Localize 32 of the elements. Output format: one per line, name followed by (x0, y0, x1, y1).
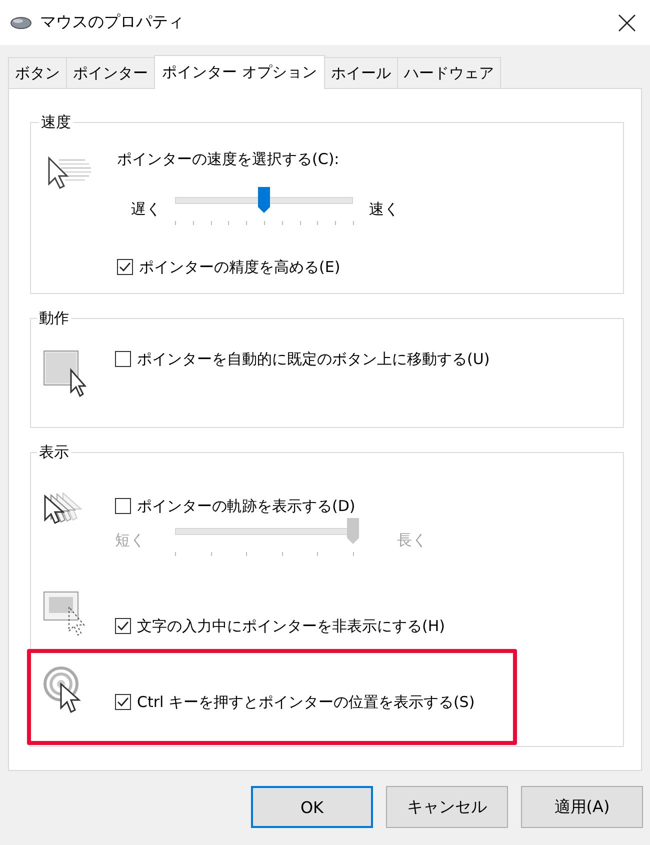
slider-min-label: 短く (115, 530, 145, 550)
checkbox[interactable] (115, 498, 131, 514)
tab[interactable]: ポインター オプション (154, 55, 325, 89)
check-icon (117, 621, 129, 631)
checkbox-label[interactable]: 文字の入力中にポインターを非表示にする(H) (137, 616, 445, 636)
dialog-button[interactable]: 適用(A) (521, 786, 643, 828)
checkbox-label[interactable]: Ctrl キーを押すとポインターの位置を表示する(S) (137, 692, 475, 712)
group-title: 表示 (38, 442, 70, 462)
tab[interactable]: ボタン (8, 57, 67, 88)
slider-label: ポインターの速度を選択する(C): (117, 150, 340, 169)
check-icon (117, 697, 129, 707)
slider-min-label: 遅く (131, 200, 161, 218)
checkbox[interactable] (115, 694, 131, 710)
group-title: 速度 (40, 113, 72, 132)
dialog-button[interactable]: OK (251, 786, 373, 828)
mouse-icon (10, 16, 32, 30)
checkbox-label[interactable]: ポインターを自動的に既定のボタン上に移動する(U) (137, 350, 490, 368)
tab[interactable]: ハードウェア (396, 57, 501, 88)
slider-max-label: 速く (369, 200, 399, 218)
check-icon (119, 262, 131, 272)
group-title: 動作 (38, 308, 70, 328)
checkbox[interactable] (117, 259, 133, 275)
checkbox[interactable] (115, 618, 131, 634)
dialog-button[interactable]: キャンセル (386, 786, 508, 828)
slider-track[interactable] (175, 197, 353, 204)
checkbox-label[interactable]: ポインターの軌跡を表示する(D) (137, 496, 356, 516)
checkbox-label[interactable]: ポインターの精度を高める(E) (139, 258, 340, 276)
slider-max-label: 長く (397, 530, 427, 550)
slider-thumb[interactable] (258, 187, 270, 213)
checkbox[interactable] (115, 351, 131, 367)
window-title: マウスのプロパティ (40, 12, 184, 33)
close-icon[interactable] (618, 14, 636, 32)
